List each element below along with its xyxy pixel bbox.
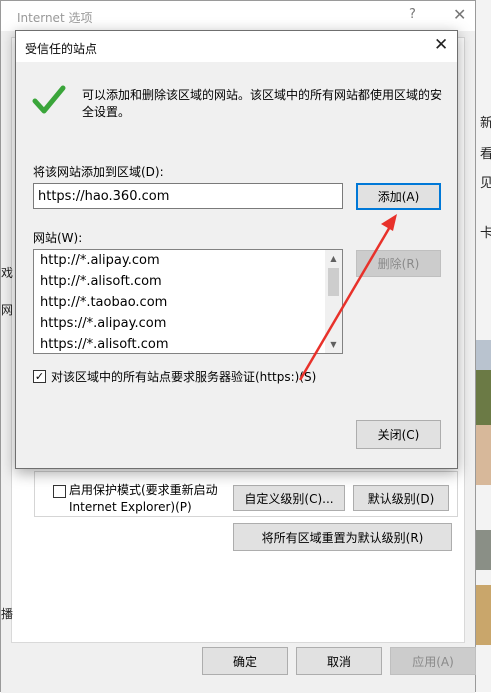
list-item[interactable]: http://*.alipay.com xyxy=(40,253,160,268)
background-text: 卡 xyxy=(480,226,491,241)
background-text: 戏 xyxy=(1,266,14,280)
background-photo xyxy=(474,370,491,425)
background-text: 新 xyxy=(480,116,491,131)
remove-button[interactable]: 删除(R) xyxy=(356,250,441,277)
trusted-sites-dialog: 受信任的站点 ✕ 可以添加和删除该区域的网站。该区域中的所有网站都使用区域的安全… xyxy=(15,30,458,469)
dialog-titlebar: 受信任的站点 ✕ xyxy=(16,31,457,62)
scroll-thumb[interactable] xyxy=(328,268,339,296)
list-item[interactable]: http://*.taobao.com xyxy=(40,295,167,310)
background-photo xyxy=(474,585,491,645)
ok-button[interactable]: 确定 xyxy=(202,647,288,675)
options-window-title: Internet 选项 xyxy=(17,11,93,25)
dialog-title: 受信任的站点 xyxy=(25,42,98,56)
apply-button[interactable]: 应用(A) xyxy=(390,647,476,675)
sites-label: 网站(W): xyxy=(33,231,83,245)
require-https-checkbox[interactable]: ✓ xyxy=(33,370,46,383)
background-text: 播 xyxy=(1,607,14,621)
background-text: 看 xyxy=(480,147,491,162)
dialog-description: 可以添加和删除该区域的网站。该区域中的所有网站都使用区域的安全设置。 xyxy=(82,88,443,119)
background-text: 见 xyxy=(480,176,491,191)
cancel-button[interactable]: 取消 xyxy=(296,647,382,675)
background-photo xyxy=(474,425,491,485)
require-https-label: 对该区域中的所有站点要求服务器验证(https:)(S) xyxy=(51,370,317,384)
default-level-button[interactable]: 默认级别(D) xyxy=(353,485,449,511)
background-strip: 新 看 见 卡 xyxy=(474,0,491,692)
green-checkmark-icon xyxy=(32,85,66,114)
site-url-input[interactable] xyxy=(33,183,343,209)
list-item[interactable]: https://*.alisoft.com xyxy=(40,337,169,352)
help-icon[interactable]: ? xyxy=(409,7,416,22)
close-button[interactable]: 关闭(C) xyxy=(356,420,441,449)
protected-mode-checkbox[interactable] xyxy=(53,485,66,498)
options-titlebar: Internet 选项 ? ✕ xyxy=(1,1,475,31)
reset-all-zones-button[interactable]: 将所有区域重置为默认级别(R) xyxy=(233,523,452,551)
background-photo xyxy=(474,340,491,370)
custom-level-button[interactable]: 自定义级别(C)... xyxy=(233,485,345,511)
scroll-down-icon[interactable]: ▼ xyxy=(325,336,342,353)
list-scrollbar[interactable]: ▲ ▼ xyxy=(325,250,342,353)
protected-mode-label: 启用保护模式(要求重新启动 Internet Explorer)(P) xyxy=(69,483,218,514)
add-site-label: 将该网站添加到区域(D): xyxy=(33,165,164,179)
close-icon[interactable]: ✕ xyxy=(453,5,466,24)
add-button[interactable]: 添加(A) xyxy=(356,183,441,210)
scroll-up-icon[interactable]: ▲ xyxy=(325,250,342,267)
background-text: 网 xyxy=(1,303,14,317)
close-icon[interactable]: ✕ xyxy=(434,35,448,55)
list-item[interactable]: https://*.alipay.com xyxy=(40,316,166,331)
background-photo xyxy=(474,530,491,570)
sites-listbox[interactable]: http://*.alipay.com http://*.alisoft.com… xyxy=(33,249,343,354)
list-item[interactable]: http://*.alisoft.com xyxy=(40,274,162,289)
